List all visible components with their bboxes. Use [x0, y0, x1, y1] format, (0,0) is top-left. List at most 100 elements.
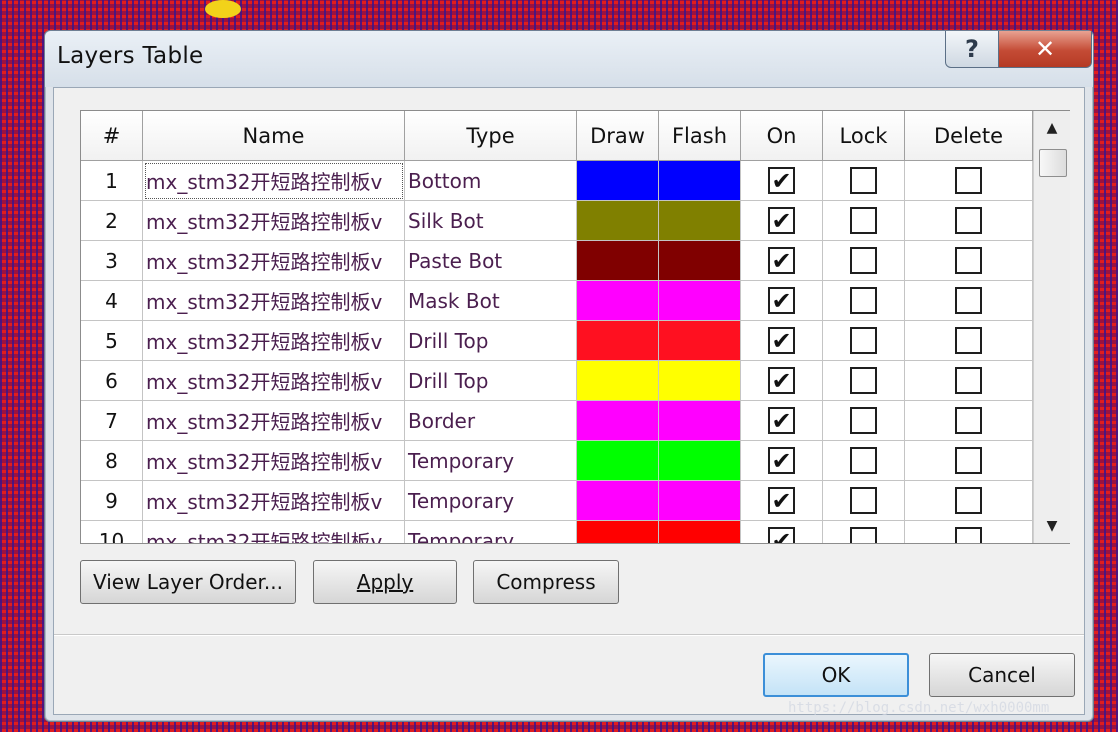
- header-flash[interactable]: Flash: [659, 111, 741, 161]
- flash-color-swatch[interactable]: [659, 441, 741, 481]
- header-on[interactable]: On: [741, 111, 823, 161]
- scroll-down-arrow-icon[interactable]: ▼: [1034, 513, 1070, 539]
- delete-checkbox[interactable]: [955, 447, 982, 474]
- draw-color-swatch[interactable]: [577, 481, 659, 521]
- table-row[interactable]: 2 mx_stm32开短路控制板v Silk Bot ✔: [81, 201, 1033, 241]
- table-row[interactable]: 1 mx_stm32开短路控制板v Bottom ✔: [81, 161, 1033, 201]
- layer-name-cell[interactable]: mx_stm32开短路控制板v: [143, 201, 405, 241]
- lock-checkbox[interactable]: [850, 367, 877, 394]
- layer-name-cell[interactable]: mx_stm32开短路控制板v: [143, 401, 405, 441]
- delete-checkbox[interactable]: [955, 487, 982, 514]
- header-draw[interactable]: Draw: [577, 111, 659, 161]
- header-type[interactable]: Type: [405, 111, 577, 161]
- apply-button[interactable]: Apply: [313, 560, 457, 604]
- compress-button[interactable]: Compress: [473, 560, 619, 604]
- layer-name-cell[interactable]: mx_stm32开短路控制板v: [143, 441, 405, 481]
- delete-checkbox[interactable]: [955, 367, 982, 394]
- layer-name-cell[interactable]: mx_stm32开短路控制板v: [143, 281, 405, 321]
- delete-checkbox[interactable]: [955, 167, 982, 194]
- draw-color-swatch[interactable]: [577, 401, 659, 441]
- ok-button[interactable]: OK: [763, 653, 909, 697]
- flash-color-swatch[interactable]: [659, 481, 741, 521]
- draw-color-swatch[interactable]: [577, 441, 659, 481]
- layer-type-cell[interactable]: Temporary: [405, 441, 577, 481]
- layer-name-cell[interactable]: mx_stm32开短路控制板v: [143, 481, 405, 521]
- layer-type-cell[interactable]: Temporary: [405, 521, 577, 543]
- lock-checkbox[interactable]: [850, 287, 877, 314]
- layers-grid[interactable]: # Name Type Draw Flash On Lock Delete 1m…: [81, 111, 1033, 543]
- flash-color-swatch[interactable]: [659, 241, 741, 281]
- scroll-thumb[interactable]: [1039, 149, 1067, 177]
- help-button[interactable]: ?: [945, 31, 999, 68]
- lock-checkbox[interactable]: [850, 447, 877, 474]
- layer-name-cell[interactable]: mx_stm32开短路控制板v: [143, 161, 405, 201]
- on-checkbox[interactable]: ✔: [768, 327, 795, 354]
- on-checkbox[interactable]: ✔: [768, 407, 795, 434]
- table-row[interactable]: 7 mx_stm32开短路控制板v Border ✔: [81, 401, 1033, 441]
- header-number[interactable]: #: [81, 111, 143, 161]
- draw-color-swatch[interactable]: [577, 321, 659, 361]
- layer-name-cell[interactable]: mx_stm32开短路控制板v: [143, 361, 405, 401]
- table-row[interactable]: 3 mx_stm32开短路控制板v Paste Bot ✔: [81, 241, 1033, 281]
- title-bar[interactable]: Layers Table ? ✕: [45, 31, 1093, 87]
- header-delete[interactable]: Delete: [905, 111, 1033, 161]
- on-checkbox[interactable]: ✔: [768, 447, 795, 474]
- layer-name-cell[interactable]: mx_stm32开短路控制板v: [143, 321, 405, 361]
- table-row[interactable]: 9 mx_stm32开短路控制板v Temporary ✔: [81, 481, 1033, 521]
- flash-color-swatch[interactable]: [659, 281, 741, 321]
- layer-type-cell[interactable]: Silk Bot: [405, 201, 577, 241]
- layer-type-cell[interactable]: Mask Bot: [405, 281, 577, 321]
- delete-checkbox[interactable]: [955, 287, 982, 314]
- layer-type-cell[interactable]: Drill Top: [405, 361, 577, 401]
- on-checkbox[interactable]: ✔: [768, 287, 795, 314]
- lock-checkbox[interactable]: [850, 527, 877, 543]
- layer-type-cell[interactable]: Drill Top: [405, 321, 577, 361]
- layer-type-cell[interactable]: Bottom: [405, 161, 577, 201]
- lock-checkbox[interactable]: [850, 407, 877, 434]
- scroll-up-arrow-icon[interactable]: ▲: [1034, 115, 1070, 141]
- cancel-button[interactable]: Cancel: [929, 653, 1075, 697]
- on-checkbox[interactable]: ✔: [768, 367, 795, 394]
- layer-type-cell[interactable]: Temporary: [405, 481, 577, 521]
- delete-checkbox[interactable]: [955, 527, 982, 543]
- flash-color-swatch[interactable]: [659, 361, 741, 401]
- header-lock[interactable]: Lock: [823, 111, 905, 161]
- lock-checkbox[interactable]: [850, 207, 877, 234]
- layer-name-cell[interactable]: mx_stm32开短路控制板v: [143, 521, 405, 543]
- draw-color-swatch[interactable]: [577, 361, 659, 401]
- table-row[interactable]: 10 mx_stm32开短路控制板v Temporary ✔: [81, 521, 1033, 543]
- table-row[interactable]: 4 mx_stm32开短路控制板v Mask Bot ✔: [81, 281, 1033, 321]
- vertical-scrollbar[interactable]: ▲ ▼: [1033, 111, 1070, 543]
- flash-color-swatch[interactable]: [659, 521, 741, 543]
- draw-color-swatch[interactable]: [577, 241, 659, 281]
- on-checkbox[interactable]: ✔: [768, 247, 795, 274]
- flash-color-swatch[interactable]: [659, 161, 741, 201]
- on-checkbox[interactable]: ✔: [768, 167, 795, 194]
- flash-color-swatch[interactable]: [659, 401, 741, 441]
- table-row[interactable]: 5 mx_stm32开短路控制板v Drill Top ✔: [81, 321, 1033, 361]
- lock-checkbox[interactable]: [850, 167, 877, 194]
- lock-checkbox[interactable]: [850, 247, 877, 274]
- delete-checkbox[interactable]: [955, 327, 982, 354]
- header-name[interactable]: Name: [143, 111, 405, 161]
- layer-name-cell[interactable]: mx_stm32开短路控制板v: [143, 241, 405, 281]
- lock-checkbox[interactable]: [850, 487, 877, 514]
- table-row[interactable]: 6 mx_stm32开短路控制板v Drill Top ✔: [81, 361, 1033, 401]
- draw-color-swatch[interactable]: [577, 281, 659, 321]
- lock-checkbox[interactable]: [850, 327, 877, 354]
- layer-type-cell[interactable]: Border: [405, 401, 577, 441]
- layer-type-cell[interactable]: Paste Bot: [405, 241, 577, 281]
- flash-color-swatch[interactable]: [659, 201, 741, 241]
- draw-color-swatch[interactable]: [577, 201, 659, 241]
- delete-checkbox[interactable]: [955, 407, 982, 434]
- table-row[interactable]: 8 mx_stm32开短路控制板v Temporary ✔: [81, 441, 1033, 481]
- draw-color-swatch[interactable]: [577, 161, 659, 201]
- flash-color-swatch[interactable]: [659, 321, 741, 361]
- view-layer-order-button[interactable]: View Layer Order...: [80, 560, 296, 604]
- on-checkbox[interactable]: ✔: [768, 527, 795, 543]
- on-checkbox[interactable]: ✔: [768, 487, 795, 514]
- draw-color-swatch[interactable]: [577, 521, 659, 543]
- close-button[interactable]: ✕: [998, 31, 1092, 68]
- delete-checkbox[interactable]: [955, 207, 982, 234]
- on-checkbox[interactable]: ✔: [768, 207, 795, 234]
